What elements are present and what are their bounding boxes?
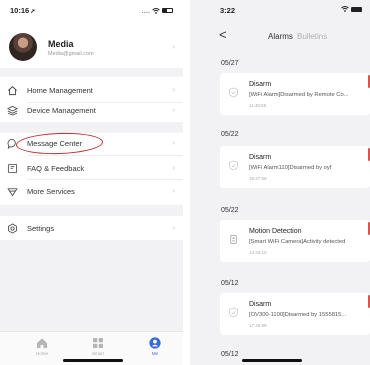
profile-name: Media	[48, 39, 74, 49]
status-bar: 10:16➚ ....	[0, 0, 183, 20]
alarm-card[interactable]: Disarm [WiFi Alarm]Disarmed by Remote Co…	[220, 73, 370, 115]
menu-label: FAQ & Feedback	[27, 164, 85, 173]
alarm-time: 15:37:59	[249, 176, 267, 181]
chevron-right-icon: ›	[172, 85, 175, 94]
chevron-right-icon: ›	[172, 42, 175, 51]
location-arrow-icon: ➚	[30, 9, 36, 15]
menu-label: More Services	[27, 187, 75, 196]
chevron-right-icon: ›	[172, 138, 175, 147]
alarm-title: Disarm	[249, 301, 272, 308]
profile-row[interactable]: Media Media@gmail.com ›	[0, 28, 183, 68]
alarm-description: [Smart WiFi Camera]Activity detected	[249, 239, 346, 245]
chevron-right-icon: ›	[172, 163, 175, 172]
menu-label: Device Management	[27, 106, 96, 115]
home-indicator	[242, 359, 302, 362]
menu-settings[interactable]: Settings ›	[0, 219, 183, 239]
home-indicator	[63, 359, 123, 362]
house-icon	[37, 338, 47, 348]
tab-smart[interactable]: Smart	[85, 337, 111, 356]
section-separator	[0, 205, 183, 216]
alarms-screen: 3:22 < Alarms Bulletins 05/27 Disarm [Wi…	[190, 0, 370, 365]
tab-home[interactable]: Home	[29, 337, 55, 356]
profile-email: Media@gmail.com	[48, 51, 94, 57]
battery-icon	[351, 6, 362, 12]
back-button[interactable]: <	[219, 28, 227, 42]
tab-label: Home	[35, 351, 48, 356]
alarm-title: Motion Detection	[249, 228, 302, 235]
alarm-time: 14:34:10	[249, 250, 267, 255]
avatar[interactable]	[9, 33, 37, 61]
wifi-icon	[341, 6, 349, 12]
alarm-title: Disarm	[249, 154, 272, 161]
date-header: 05/27	[221, 60, 239, 67]
section-separator	[0, 122, 183, 133]
feedback-icon	[7, 163, 18, 174]
person-icon	[149, 337, 161, 349]
chevron-right-icon: ›	[172, 223, 175, 232]
menu-device-management[interactable]: Device Management ›	[0, 101, 183, 121]
section-separator	[0, 68, 183, 77]
services-icon	[7, 188, 18, 197]
alarm-description: [OV300-1100]Disarmed by 1555815...	[249, 312, 347, 318]
status-bar: 3:22	[190, 0, 370, 20]
alarm-title: Disarm	[249, 81, 272, 88]
motion-sensor-icon	[230, 235, 237, 244]
menu-more-services[interactable]: More Services ›	[0, 182, 183, 202]
battery-icon	[162, 8, 173, 13]
menu-home-management[interactable]: Home Management ›	[0, 81, 183, 101]
status-time: 3:22	[220, 6, 236, 15]
alarm-time: 17:26:59	[249, 323, 267, 328]
status-time: 10:16➚	[10, 6, 36, 15]
status-indicators	[341, 6, 362, 12]
layers-icon	[7, 105, 18, 116]
date-header: 05/12	[221, 351, 239, 358]
tab-alarms[interactable]: Alarms	[268, 32, 293, 41]
empty-area	[0, 240, 183, 331]
nav-header: < Alarms Bulletins	[190, 26, 370, 48]
date-header: 05/22	[221, 131, 239, 138]
signal-dots: ....	[141, 6, 150, 15]
alarm-description: [WiFi Alarm110]Disarmed by oyf	[249, 165, 332, 171]
divider	[27, 179, 183, 180]
tab-label: Smart	[91, 351, 104, 356]
chevron-right-icon: ›	[172, 105, 175, 114]
menu-faq-feedback[interactable]: FAQ & Feedback ›	[0, 159, 183, 179]
alarm-description: [WiFi Alarm]Disarmed by Remote Co...	[249, 92, 349, 98]
alarm-card[interactable]: Disarm [WiFi Alarm110]Disarmed by oyf 15…	[220, 146, 370, 188]
alarm-time: 11:46:59	[249, 103, 267, 108]
tab-bulletins[interactable]: Bulletins	[297, 32, 327, 41]
home-icon	[8, 86, 17, 96]
date-header: 05/22	[221, 207, 239, 214]
shield-check-icon	[229, 87, 238, 98]
status-indicators: ....	[142, 6, 173, 15]
alarm-card[interactable]: Disarm [OV300-1100]Disarmed by 1555815..…	[220, 293, 370, 335]
shield-check-icon	[229, 307, 238, 318]
tab-me[interactable]: Me	[142, 337, 168, 356]
menu-label: Settings	[27, 224, 55, 233]
shield-check-icon	[229, 160, 238, 171]
date-header: 05/12	[221, 280, 239, 287]
chevron-right-icon: ›	[172, 186, 175, 195]
grid-icon	[93, 338, 103, 348]
divider	[27, 155, 183, 156]
wifi-icon	[152, 7, 160, 14]
alarm-card[interactable]: Motion Detection [Smart WiFi Camera]Acti…	[220, 220, 370, 262]
profile-screen: 10:16➚ .... Media Media@gmail.com › Home…	[0, 0, 183, 365]
menu-label: Home Management	[27, 86, 93, 95]
gear-icon	[8, 223, 17, 234]
tab-label: Me	[151, 351, 159, 356]
